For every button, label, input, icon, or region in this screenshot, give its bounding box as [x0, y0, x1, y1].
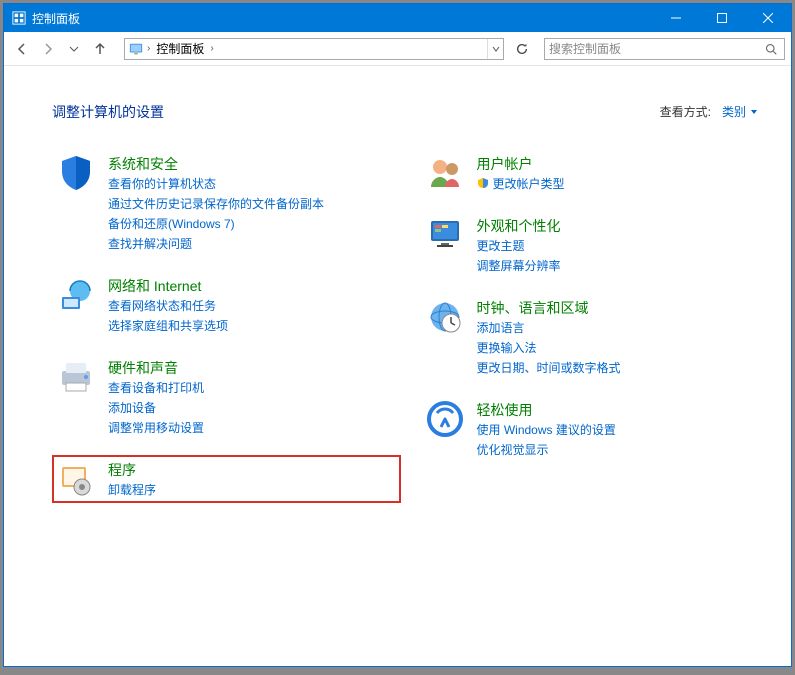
category-network-internet: 网络和 Internet 查看网络状态和任务 选择家庭组和共享选项 [52, 271, 401, 339]
category-title-link[interactable]: 外观和个性化 [477, 217, 561, 235]
left-column: 系统和安全 查看你的计算机状态 通过文件历史记录保存你的文件备份副本 备份和还原… [52, 149, 401, 503]
right-column: 用户帐户 更改帐户类型 外观和个性化 更改主题 调整屏幕分辨率 [421, 149, 770, 503]
category-sublink[interactable]: 查看网络状态和任务 [108, 297, 228, 315]
category-sublink[interactable]: 添加语言 [477, 319, 621, 337]
search-input[interactable] [549, 42, 762, 56]
shield-icon[interactable] [56, 153, 96, 193]
category-sublink[interactable]: 优化视觉显示 [477, 441, 616, 459]
view-by-label: 查看方式: [660, 103, 711, 120]
category-appearance: 外观和个性化 更改主题 调整屏幕分辨率 [421, 211, 770, 279]
category-sublink[interactable]: 更改日期、时间或数字格式 [477, 359, 621, 377]
close-button[interactable] [745, 4, 791, 32]
category-clock-region: 时钟、语言和区域 添加语言 更换输入法 更改日期、时间或数字格式 [421, 293, 770, 381]
category-sublink[interactable]: 查看设备和打印机 [108, 379, 204, 397]
breadcrumb-root[interactable]: 控制面板 [154, 40, 206, 57]
category-ease-of-access: 轻松使用 使用 Windows 建议的设置 优化视觉显示 [421, 395, 770, 463]
category-title-link[interactable]: 时钟、语言和区域 [477, 299, 621, 317]
monitor-icon[interactable] [425, 215, 465, 255]
category-sublink[interactable]: 使用 Windows 建议的设置 [477, 421, 616, 439]
recent-dropdown-button[interactable] [62, 37, 86, 61]
address-bar[interactable]: › 控制面板 › [124, 38, 504, 60]
category-sublink[interactable]: 更改帐户类型 [493, 175, 565, 193]
category-programs: 程序 卸载程序 [52, 455, 401, 503]
clock-globe-icon[interactable] [425, 297, 465, 337]
category-title-link[interactable]: 系统和安全 [108, 155, 324, 173]
nav-row: › 控制面板 › [4, 32, 791, 66]
category-sublink[interactable]: 备份和还原(Windows 7) [108, 215, 324, 233]
view-by-value: 类别 [722, 103, 746, 120]
content: 调整计算机的设置 查看方式: 类别 系统和安全 查看你的计算机状态 [4, 66, 791, 666]
category-sublink[interactable]: 更改主题 [477, 237, 561, 255]
breadcrumb-chevron-icon[interactable]: › [210, 43, 213, 54]
breadcrumb-chevron-icon[interactable]: › [147, 43, 150, 54]
content-header: 调整计算机的设置 查看方式: 类别 [52, 100, 769, 123]
category-sublink[interactable]: 卸载程序 [108, 481, 156, 499]
category-title-link[interactable]: 用户帐户 [477, 155, 565, 173]
window-title: 控制面板 [32, 10, 80, 27]
back-button[interactable] [10, 37, 34, 61]
category-title-link[interactable]: 轻松使用 [477, 401, 616, 419]
category-sublink[interactable]: 通过文件历史记录保存你的文件备份副本 [108, 195, 324, 213]
category-sublink[interactable]: 选择家庭组和共享选项 [108, 317, 228, 335]
view-by: 查看方式: 类别 [660, 100, 763, 123]
ease-of-access-icon[interactable] [425, 399, 465, 439]
category-title-link[interactable]: 网络和 Internet [108, 277, 228, 295]
printer-icon[interactable] [56, 357, 96, 397]
maximize-button[interactable] [699, 4, 745, 32]
category-sublink[interactable]: 调整常用移动设置 [108, 419, 204, 437]
uac-shield-icon [477, 177, 489, 192]
users-icon[interactable] [425, 153, 465, 193]
titlebar: 控制面板 [4, 4, 791, 32]
page-heading: 调整计算机的设置 [52, 102, 164, 122]
category-title-link[interactable]: 硬件和声音 [108, 359, 204, 377]
category-hardware-sound: 硬件和声音 查看设备和打印机 添加设备 调整常用移动设置 [52, 353, 401, 441]
category-sublink[interactable]: 更换输入法 [477, 339, 621, 357]
refresh-button[interactable] [510, 38, 534, 60]
category-title-link[interactable]: 程序 [108, 461, 156, 479]
category-columns: 系统和安全 查看你的计算机状态 通过文件历史记录保存你的文件备份副本 备份和还原… [52, 149, 769, 503]
category-user-accounts: 用户帐户 更改帐户类型 [421, 149, 770, 197]
forward-button[interactable] [36, 37, 60, 61]
up-button[interactable] [88, 37, 112, 61]
category-system-security: 系统和安全 查看你的计算机状态 通过文件历史记录保存你的文件备份副本 备份和还原… [52, 149, 401, 257]
search-box[interactable] [544, 38, 785, 60]
globe-network-icon[interactable] [56, 275, 96, 315]
search-icon[interactable] [762, 43, 780, 55]
category-sublink[interactable]: 调整屏幕分辨率 [477, 257, 561, 275]
chevron-down-icon [750, 108, 758, 116]
view-by-dropdown[interactable]: 类别 [717, 100, 763, 123]
control-panel-icon [129, 42, 143, 56]
category-sublink[interactable]: 添加设备 [108, 399, 204, 417]
minimize-button[interactable] [653, 4, 699, 32]
category-sublink[interactable]: 查看你的计算机状态 [108, 175, 324, 193]
app-icon [12, 11, 26, 25]
window: 控制面板 › 控制面板 › [3, 3, 792, 667]
category-sublink[interactable]: 查找并解决问题 [108, 235, 324, 253]
address-dropdown-button[interactable] [487, 39, 503, 59]
programs-icon[interactable] [56, 459, 96, 499]
